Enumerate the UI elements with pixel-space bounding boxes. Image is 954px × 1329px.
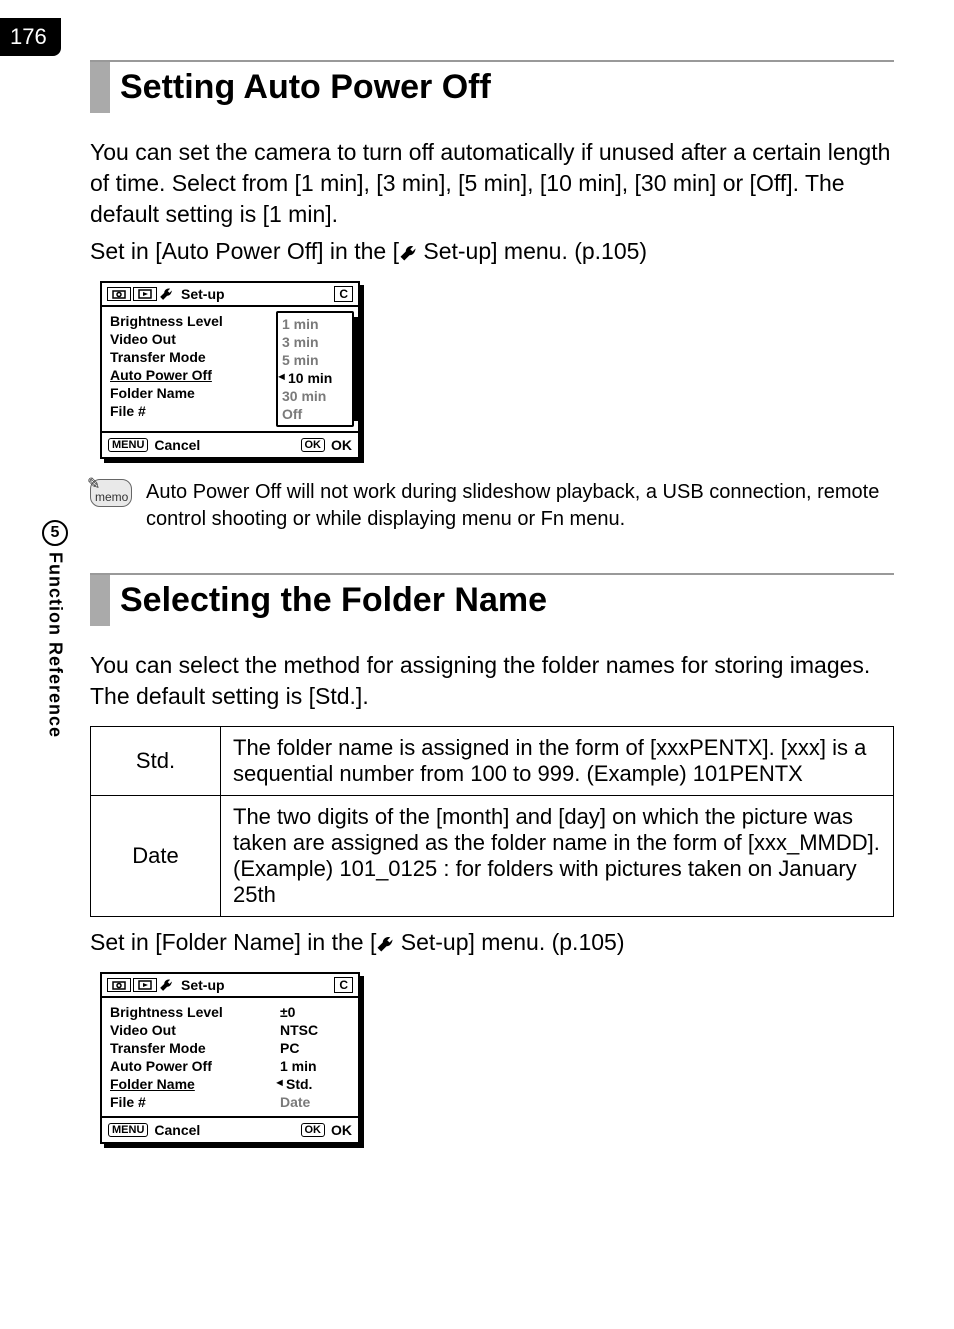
menu-tab-title: Set-up bbox=[175, 977, 225, 993]
memo-icon: memo bbox=[90, 479, 132, 507]
menu-value-selected: 10 min bbox=[282, 370, 332, 386]
custom-tab: C bbox=[334, 286, 353, 302]
menu-value: Off bbox=[282, 406, 302, 422]
menu-item: Brightness Level bbox=[110, 313, 276, 329]
chapter-number: 5 bbox=[42, 520, 68, 546]
side-tab: 5 Function Reference bbox=[42, 520, 68, 738]
heading-text: Selecting the Folder Name bbox=[110, 575, 557, 626]
menu-item: Auto Power Off bbox=[110, 1058, 280, 1074]
menu-value: NTSC bbox=[280, 1022, 318, 1038]
sec1-para2: Set in [Auto Power Off] in the [ Set-up]… bbox=[90, 236, 894, 267]
menu-value: 1 min bbox=[282, 316, 319, 332]
menu-item: Transfer Mode bbox=[110, 349, 276, 365]
menu-value-selected: Std. bbox=[280, 1076, 312, 1092]
sec1-para1: You can set the camera to turn off autom… bbox=[90, 137, 894, 230]
menu-cancel-label: Cancel bbox=[154, 1122, 200, 1138]
sec2-para1: You can select the method for assigning … bbox=[90, 650, 894, 712]
menu-tabs: Set-up C bbox=[102, 974, 358, 998]
menu-cancel-label: Cancel bbox=[154, 437, 200, 453]
memo-block: memo Auto Power Off will not work during… bbox=[90, 479, 894, 533]
play-tab-icon bbox=[133, 978, 157, 992]
menu-item: Video Out bbox=[110, 331, 276, 347]
play-tab-icon bbox=[133, 287, 157, 301]
menu-ok-label: OK bbox=[331, 437, 352, 453]
menu-ok-label: OK bbox=[331, 1122, 352, 1138]
menu-key-icon: MENU bbox=[108, 1123, 148, 1137]
menu-key-icon: MENU bbox=[108, 438, 148, 452]
menu-screenshot-auto-power-off: Set-up C Brightness Level Video Out Tran… bbox=[100, 281, 360, 459]
menu-tab-title: Set-up bbox=[175, 286, 225, 302]
table-desc: The folder name is assigned in the form … bbox=[221, 727, 894, 796]
menu-value: 30 min bbox=[282, 388, 326, 404]
sec2-para2: Set in [Folder Name] in the [ Set-up] me… bbox=[90, 927, 894, 958]
folder-name-table: Std. The folder name is assigned in the … bbox=[90, 726, 894, 917]
heading-text: Setting Auto Power Off bbox=[110, 62, 501, 113]
wrench-tab-icon bbox=[159, 978, 173, 992]
camera-tab-icon bbox=[107, 287, 131, 301]
menu-item: Transfer Mode bbox=[110, 1040, 280, 1056]
page-number: 176 bbox=[0, 18, 61, 56]
menu-item: File # bbox=[110, 403, 276, 419]
menu-value: 5 min bbox=[282, 352, 319, 368]
custom-tab: C bbox=[334, 977, 353, 993]
menu-value: ±0 bbox=[280, 1004, 295, 1020]
ok-key-icon: OK bbox=[301, 438, 326, 452]
menu-value: 1 min bbox=[280, 1058, 317, 1074]
menu-value: PC bbox=[280, 1040, 299, 1056]
menu-item: Brightness Level bbox=[110, 1004, 280, 1020]
menu-item-selected: Auto Power Off bbox=[110, 367, 276, 383]
menu-screenshot-folder-name: Set-up C Brightness Level Video Out Tran… bbox=[100, 972, 360, 1144]
wrench-icon bbox=[399, 244, 417, 262]
table-key: Std. bbox=[91, 727, 221, 796]
camera-tab-icon bbox=[107, 978, 131, 992]
wrench-icon bbox=[376, 935, 394, 953]
menu-item: Folder Name bbox=[110, 385, 276, 401]
menu-tabs: Set-up C bbox=[102, 283, 358, 307]
table-key: Date bbox=[91, 796, 221, 917]
menu-value: 3 min bbox=[282, 334, 319, 350]
menu-item-selected: Folder Name bbox=[110, 1076, 280, 1092]
table-desc: The two digits of the [month] and [day] … bbox=[221, 796, 894, 917]
wrench-tab-icon bbox=[159, 287, 173, 301]
section-heading-folder-name: Selecting the Folder Name bbox=[90, 573, 894, 626]
table-row: Date The two digits of the [month] and [… bbox=[91, 796, 894, 917]
scrollbar bbox=[354, 317, 358, 421]
chapter-label: Function Reference bbox=[45, 552, 66, 738]
memo-text: Auto Power Off will not work during slid… bbox=[146, 479, 894, 533]
ok-key-icon: OK bbox=[301, 1123, 326, 1137]
menu-value: Date bbox=[280, 1094, 310, 1110]
section-heading-auto-power-off: Setting Auto Power Off bbox=[90, 60, 894, 113]
menu-item: Video Out bbox=[110, 1022, 280, 1038]
menu-item: File # bbox=[110, 1094, 280, 1110]
table-row: Std. The folder name is assigned in the … bbox=[91, 727, 894, 796]
